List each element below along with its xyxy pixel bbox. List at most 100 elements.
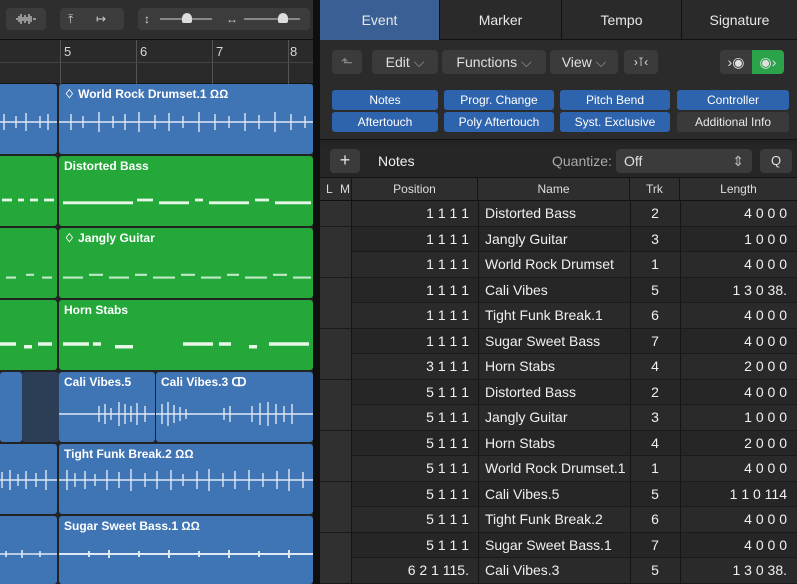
midi-in-icon[interactable]: ›◉ (720, 50, 752, 74)
length-cell[interactable]: 2 0 0 0 (680, 431, 797, 455)
length-cell[interactable]: 4 0 0 0 (680, 303, 797, 327)
lm-cell[interactable] (320, 481, 352, 507)
event-row[interactable]: 1 1 1 1 Distorted Bass 2 4 0 0 0 (320, 201, 797, 227)
position-cell[interactable]: 1 1 1 1 (352, 278, 477, 302)
lm-cell[interactable] (320, 354, 352, 379)
lm-cell[interactable] (320, 252, 352, 277)
back-arrow-icon[interactable]: ⬑ (332, 50, 362, 74)
region-vibes-prev[interactable] (0, 372, 22, 442)
fit-horizontal-icon[interactable]: ↦ (96, 8, 106, 30)
filter-pitch-bend[interactable]: Pitch Bend (560, 90, 670, 110)
position-cell[interactable]: 1 1 1 1 (352, 329, 477, 353)
lm-cell[interactable] (320, 456, 352, 481)
region-cali-vibes-3[interactable]: Cali Vibes.3 ↀ (156, 372, 313, 442)
pane-divider[interactable] (313, 0, 320, 584)
tab-event[interactable]: Event (320, 0, 440, 40)
col-length[interactable]: Length (680, 178, 797, 200)
position-cell[interactable]: 5 1 1 1 (352, 507, 477, 531)
lm-cell[interactable] (320, 303, 352, 328)
trk-cell[interactable]: 5 (630, 482, 680, 506)
tab-marker[interactable]: Marker (440, 0, 562, 40)
trk-cell[interactable]: 2 (630, 380, 680, 404)
region-jangly-guitar[interactable]: ♢ Jangly Guitar (59, 228, 313, 298)
length-cell[interactable]: 4 0 0 0 (680, 507, 797, 531)
midi-out-icon[interactable]: ◉› (752, 50, 784, 74)
event-row[interactable]: 5 1 1 1 Distorted Bass 2 4 0 0 0 (320, 379, 797, 405)
trk-cell[interactable]: 1 (630, 252, 680, 276)
name-cell[interactable]: Distorted Bass (485, 380, 625, 404)
filter-notes[interactable]: Notes (332, 90, 438, 110)
trk-cell[interactable]: 2 (630, 201, 680, 225)
event-row[interactable]: 1 1 1 1 Jangly Guitar 3 1 0 0 0 (320, 226, 797, 252)
col-name[interactable]: Name (478, 178, 630, 200)
name-cell[interactable]: World Rock Drumset.1 (485, 456, 626, 480)
lm-cell[interactable] (320, 532, 352, 558)
length-cell[interactable]: 4 0 0 0 (680, 380, 797, 404)
trk-cell[interactable]: 3 (630, 227, 680, 251)
region-bass-prev[interactable] (0, 156, 57, 226)
lm-cell[interactable] (320, 507, 352, 532)
name-cell[interactable]: Cali Vibes (485, 278, 625, 302)
region-horn-stabs[interactable]: Horn Stabs (59, 300, 313, 370)
region-horns-prev[interactable] (0, 300, 57, 370)
event-row[interactable]: 1 1 1 1 Tight Funk Break.1 6 4 0 0 0 (320, 303, 797, 329)
name-cell[interactable]: Sugar Sweet Bass.1 (485, 533, 625, 557)
lm-cell[interactable] (320, 328, 352, 354)
vertical-zoom-slider[interactable] (160, 13, 212, 23)
event-row[interactable]: 1 1 1 1 Sugar Sweet Bass 7 4 0 0 0 (320, 328, 797, 354)
lm-cell[interactable] (320, 379, 352, 405)
length-cell[interactable]: 4 0 0 0 (680, 456, 797, 480)
lm-cell[interactable] (320, 558, 352, 583)
trk-cell[interactable]: 5 (630, 278, 680, 302)
trk-cell[interactable]: 1 (630, 456, 680, 480)
filter-aftertouch[interactable]: Aftertouch (332, 112, 438, 132)
name-cell[interactable]: World Rock Drumset (485, 252, 625, 276)
position-cell[interactable]: 1 1 1 1 (352, 227, 477, 251)
length-cell[interactable]: 4 0 0 0 (680, 329, 797, 353)
filter-poly-aftertouch[interactable]: Poly Aftertouch (444, 112, 554, 132)
region-cali-vibes-5[interactable]: Cali Vibes.5 (59, 372, 155, 442)
position-cell[interactable]: 1 1 1 1 (352, 201, 477, 225)
length-cell[interactable]: 1 0 0 0 (680, 227, 797, 251)
position-cell[interactable]: 6 2 1 115. (352, 558, 477, 582)
lm-cell[interactable] (320, 430, 352, 456)
quantize-select[interactable]: Off ⇕ (616, 149, 752, 173)
trk-cell[interactable]: 7 (630, 533, 680, 557)
add-event-button[interactable]: + (330, 149, 360, 173)
trk-cell[interactable]: 6 (630, 303, 680, 327)
lm-cell[interactable] (320, 226, 352, 252)
search-button[interactable]: Q (760, 149, 792, 173)
event-row[interactable]: 1 1 1 1 World Rock Drumset 1 4 0 0 0 (320, 252, 797, 278)
trk-cell[interactable]: 6 (630, 507, 680, 531)
length-cell[interactable]: 1 0 0 0 (680, 405, 797, 429)
event-row[interactable]: 6 2 1 115. Cali Vibes.3 5 1 3 0 38. (320, 558, 797, 584)
tracks-area[interactable]: ⤒ ↦ ↕ ↔ 5 6 7 8 ♢ World Rock Drumset.1 Ω… (0, 0, 313, 584)
name-cell[interactable]: Horn Stabs (485, 431, 625, 455)
position-cell[interactable]: 1 1 1 1 (352, 252, 477, 276)
length-cell[interactable]: 4 0 0 0 (680, 252, 797, 276)
col-m[interactable]: M (340, 178, 352, 200)
region-world-rock-drumset-1[interactable]: ♢ World Rock Drumset.1 ΩΩ (59, 84, 313, 154)
length-cell[interactable]: 1 1 0 114 (680, 482, 797, 506)
region-drums-prev[interactable] (0, 84, 57, 154)
position-cell[interactable]: 3 1 1 1 (352, 354, 477, 378)
position-cell[interactable]: 5 1 1 1 (352, 405, 477, 429)
tab-signature[interactable]: Signature (682, 0, 797, 40)
region-sugar-prev[interactable] (0, 516, 57, 584)
filter-additional-info[interactable]: Additional Info (677, 112, 789, 132)
filter-syst-exclusive[interactable]: Syst. Exclusive (560, 112, 670, 132)
region-funk-prev[interactable] (0, 444, 57, 514)
trk-cell[interactable]: 4 (630, 354, 680, 378)
filter-controller[interactable]: Controller (677, 90, 789, 110)
name-cell[interactable]: Sugar Sweet Bass (485, 329, 625, 353)
fit-vertical-icon[interactable]: ⤒ (68, 8, 73, 30)
col-l[interactable]: L (326, 178, 339, 200)
event-list[interactable]: 1 1 1 1 Distorted Bass 2 4 0 0 01 1 1 1 Jang… (320, 201, 797, 584)
functions-menu[interactable]: Functions ⌵ (442, 50, 546, 74)
edit-menu[interactable]: Edit ⌵ (372, 50, 438, 74)
name-cell[interactable]: Cali Vibes.3 (485, 558, 625, 582)
position-cell[interactable]: 5 1 1 1 (352, 431, 477, 455)
region-tight-funk-break-2[interactable]: Tight Funk Break.2 ΩΩ (59, 444, 313, 514)
tab-tempo[interactable]: Tempo (562, 0, 682, 40)
event-row[interactable]: 5 1 1 1 World Rock Drumset.1 1 4 0 0 0 (320, 456, 797, 482)
